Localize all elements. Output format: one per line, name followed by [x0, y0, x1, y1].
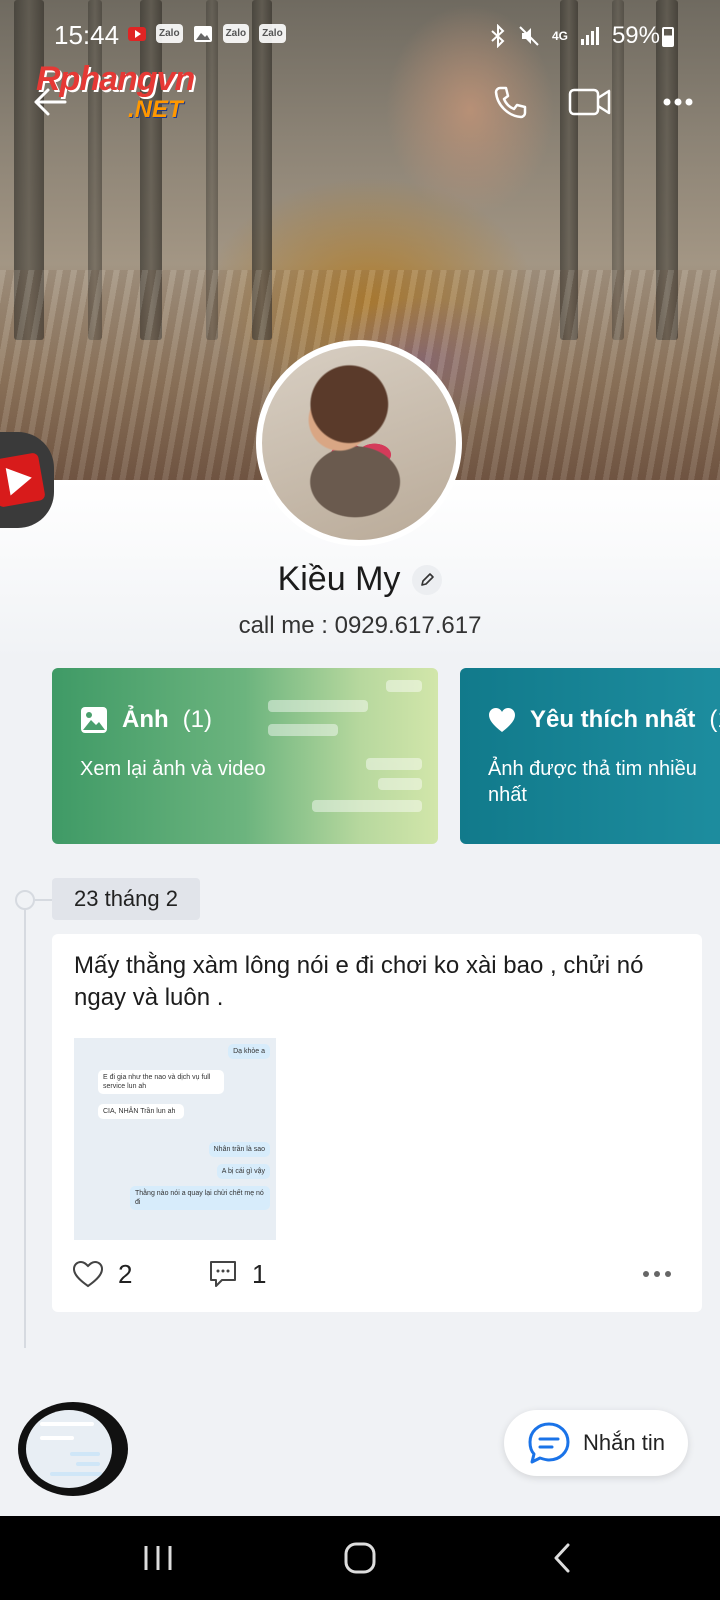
timeline-date: 23 tháng 2 — [52, 878, 200, 920]
comment-icon — [210, 1261, 236, 1287]
chat-bubble: E đi gia như the nao và dịch vụ full ser… — [98, 1070, 224, 1094]
video-camera-icon — [568, 88, 611, 116]
favorites-album-card[interactable]: Yêu thích nhất (1 Ảnh được thả tim nhiều… — [460, 668, 720, 844]
home-icon — [344, 1542, 376, 1574]
profile-avatar[interactable] — [256, 340, 462, 546]
home-button[interactable] — [330, 1532, 390, 1584]
image-icon — [81, 707, 107, 733]
bluetooth-icon — [491, 24, 505, 48]
chat-bubble: Thằng nào nói a quay lại chửi chết mẹ nó… — [130, 1186, 270, 1210]
more-horizontal-icon — [643, 1271, 671, 1277]
chat-bubble: A bị cái gì vậy — [216, 1164, 270, 1179]
chevron-left-icon — [554, 1543, 570, 1573]
arrow-left-icon — [34, 88, 67, 116]
edit-name-button[interactable] — [412, 564, 443, 595]
recent-apps-icon — [144, 1546, 172, 1570]
mute-icon — [519, 26, 539, 46]
battery-percent: 59% — [611, 22, 660, 49]
network-label: 4G — [551, 29, 568, 43]
photos-album-count: (1) — [182, 706, 212, 733]
heart-outline-icon — [72, 1260, 104, 1288]
pencil-icon — [421, 572, 435, 586]
floating-app-bubble[interactable] — [0, 432, 54, 528]
zalo-icon: Zalo — [259, 24, 286, 43]
heart-icon — [489, 708, 515, 732]
timeline-dot — [15, 890, 35, 910]
preview-thumbnail — [26, 1410, 112, 1488]
profile-name: Kiều My — [277, 560, 401, 598]
zalo-icon: Zalo — [222, 24, 250, 43]
chat-bubble: CIA, NHÂN Trần lun ah — [98, 1104, 184, 1119]
floating-preview-bubble[interactable] — [18, 1402, 128, 1496]
chat-bubble: Dạ khỏe a — [228, 1044, 270, 1059]
post-image[interactable]: Dạ khỏe a E đi gia như the nao và dịch v… — [74, 1038, 276, 1240]
chat-bubble-icon — [528, 1422, 570, 1464]
phone-icon — [494, 86, 527, 119]
notification-icons: Zalo Zalo Zalo — [128, 24, 286, 43]
recent-apps-button[interactable] — [128, 1532, 188, 1584]
youtube-icon — [128, 26, 146, 41]
comment-count: 1 — [252, 1258, 267, 1289]
favorites-album-title: Yêu thích nhất — [530, 706, 696, 733]
back-button[interactable] — [26, 78, 74, 126]
profile-name-row: Kiều My — [0, 560, 720, 599]
photos-album-subtitle: Xem lại ảnh và video — [80, 758, 266, 780]
zalo-icon: Zalo — [156, 24, 183, 43]
play-icon — [0, 452, 46, 508]
system-icons: 4G 59% — [490, 22, 660, 50]
chat-bubble: Nhân trần là sao — [208, 1142, 270, 1157]
like-count: 2 — [118, 1258, 133, 1289]
system-back-button[interactable] — [532, 1532, 592, 1584]
gallery-icon — [193, 25, 212, 42]
send-message-label: Nhắn tin — [583, 1430, 665, 1455]
timeline-connector — [35, 899, 52, 901]
video-call-button[interactable] — [566, 78, 614, 126]
more-options-button[interactable] — [654, 78, 702, 126]
status-time: 15:44 — [54, 20, 120, 50]
photos-album-title: Ảnh — [122, 706, 169, 733]
comment-button[interactable]: 1 — [208, 1259, 266, 1290]
post-text: Mấy thằng xàm lông nói e đi chơi ko xài … — [74, 952, 644, 1011]
favorites-album-subtitle: Ảnh được thả tim nhiều nhất — [488, 758, 697, 806]
send-message-button[interactable]: Nhắn tin — [504, 1410, 688, 1476]
voice-call-button[interactable] — [486, 78, 534, 126]
more-horizontal-icon — [663, 98, 693, 106]
post-more-button[interactable] — [642, 1270, 672, 1278]
timeline-line — [24, 898, 26, 1348]
system-nav-bar — [0, 1516, 720, 1600]
watermark-domain: .NET — [128, 96, 183, 123]
timeline-post[interactable]: Mấy thằng xàm lông nói e đi chơi ko xài … — [52, 934, 702, 1312]
post-actions: 2 1 — [72, 1256, 682, 1292]
favorites-album-count: (1 — [709, 706, 720, 733]
battery-icon — [662, 27, 674, 47]
signal-icon — [580, 27, 599, 45]
photos-album-card[interactable]: Ảnh (1) Xem lại ảnh và video — [52, 668, 438, 844]
profile-bio: call me : 0929.617.617 — [238, 612, 482, 639]
like-button[interactable]: 2 — [72, 1259, 192, 1290]
